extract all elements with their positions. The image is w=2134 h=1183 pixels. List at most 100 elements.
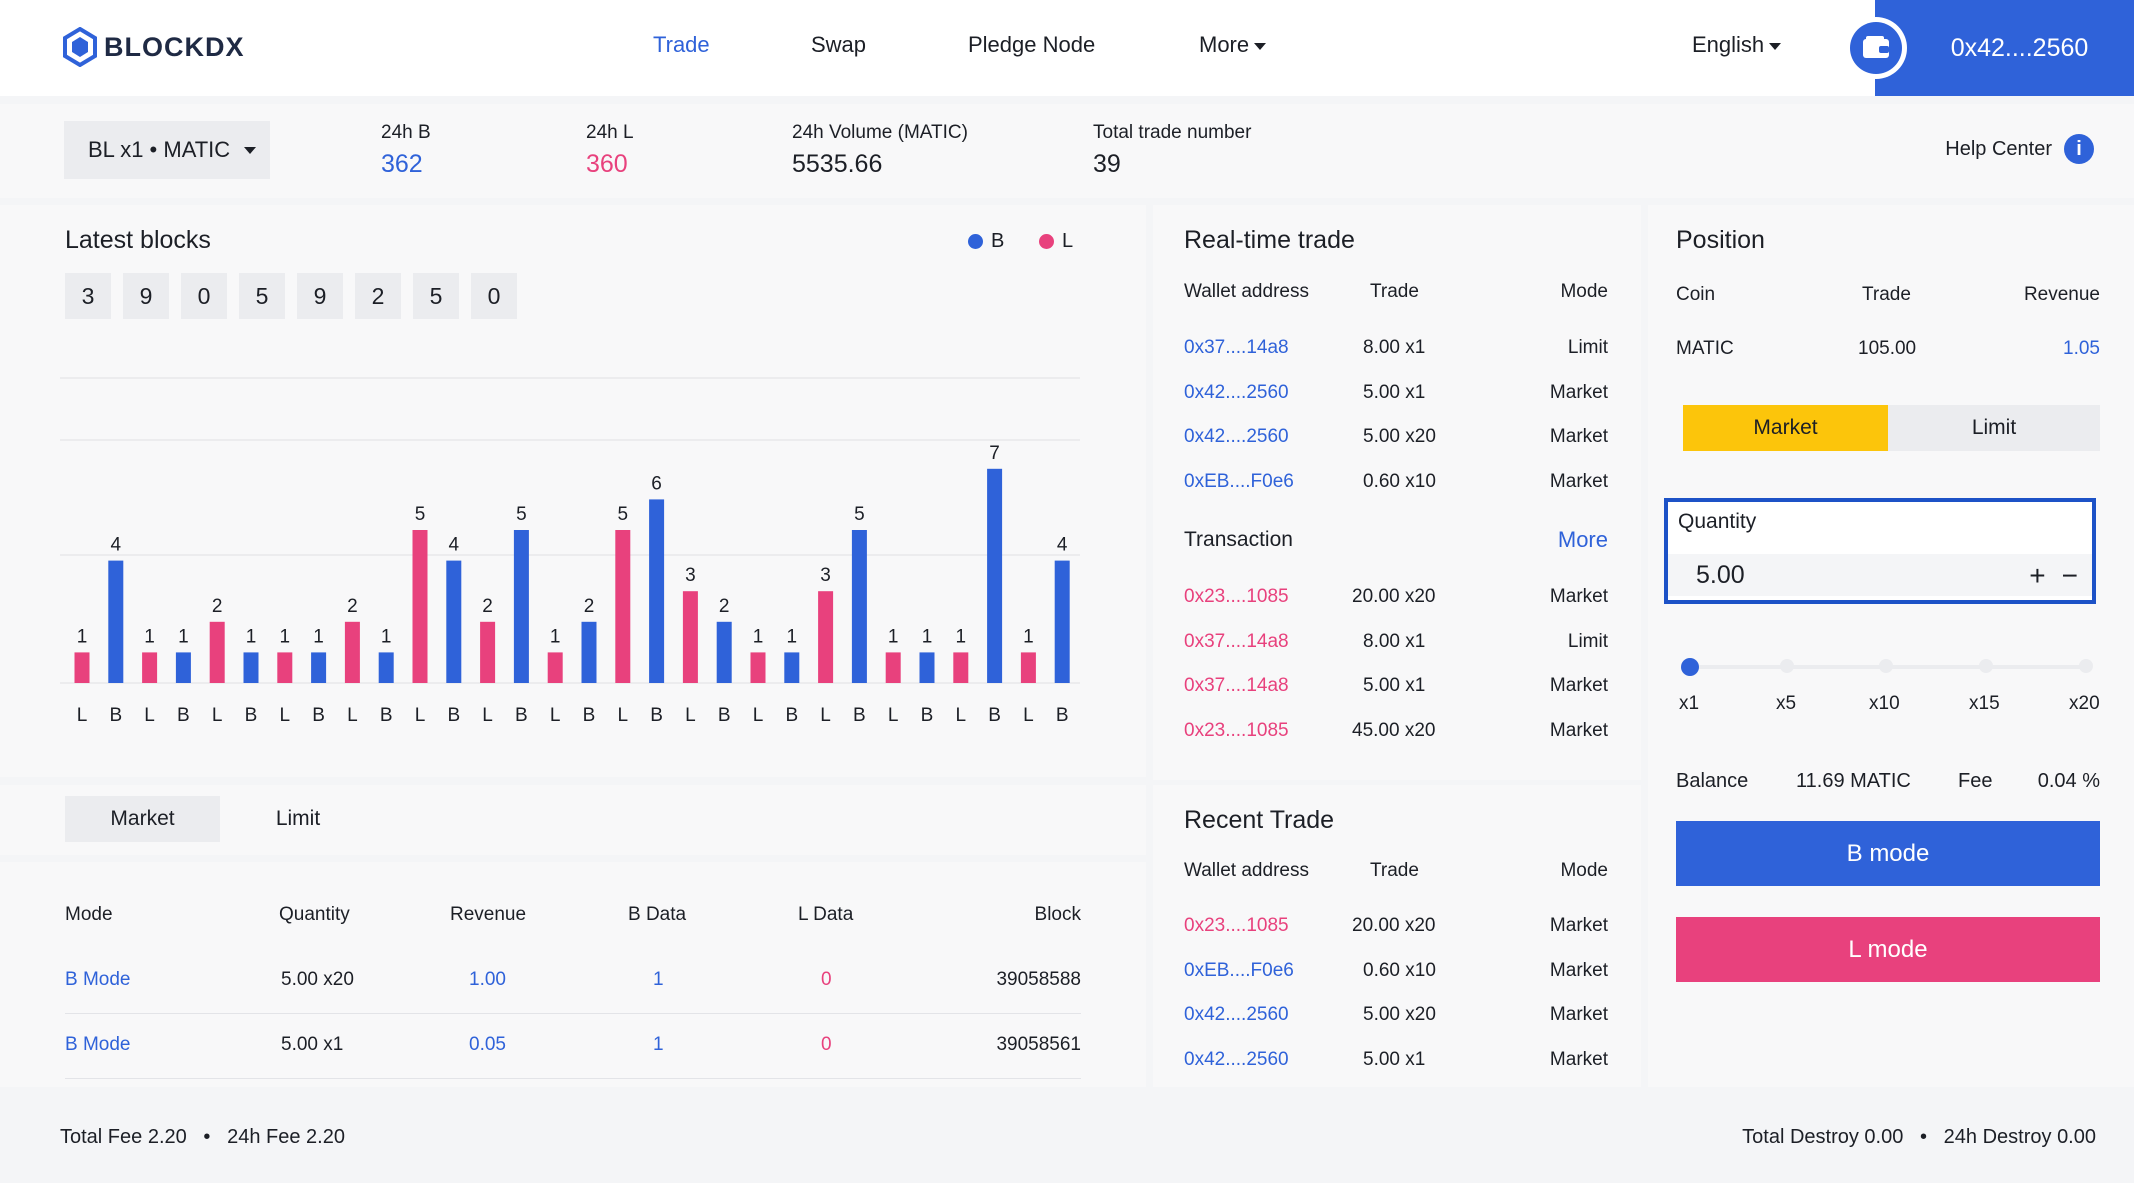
chart-data-label: 2	[212, 596, 223, 617]
position-tab-limit[interactable]: Limit	[1888, 405, 2100, 451]
leverage-label[interactable]: x10	[1869, 693, 1900, 715]
chart-tick-label: L	[482, 705, 493, 726]
wallet-address-link[interactable]: 0xEB....F0e6	[1184, 471, 1294, 493]
block-digit: 0	[471, 273, 517, 319]
leverage-label[interactable]: x1	[1679, 693, 1699, 715]
chart-tick-label: L	[347, 705, 358, 726]
chevron-down-icon	[1254, 42, 1267, 50]
orders-mode-link[interactable]: B Mode	[65, 969, 130, 991]
chart-bar-b	[1054, 560, 1070, 683]
chart-tick-label: B	[583, 705, 596, 726]
chart-tick-label: B	[853, 705, 866, 726]
position-tab-market[interactable]: Market	[1683, 405, 1888, 451]
trade-mode: Market	[1549, 675, 1608, 696]
minus-icon[interactable]: −	[2062, 560, 2078, 592]
more-link[interactable]: More	[1558, 527, 1608, 553]
wallet-address-link[interactable]: 0x42....2560	[1184, 426, 1289, 448]
chart-data-label: 1	[246, 626, 257, 647]
position-coin: MATIC	[1676, 338, 1734, 359]
realtime-trade-title: Real-time trade	[1184, 226, 1355, 254]
plus-icon[interactable]: +	[2029, 560, 2045, 592]
footer-destroy: Total Destroy 0.00 • 24h Destroy 0.00	[1742, 1126, 2096, 1148]
quantity-field[interactable]: Quantity 5.00 + −	[1664, 498, 2096, 604]
b-mode-button[interactable]: B mode	[1676, 821, 2100, 886]
trade-value: 8.00 x1	[1363, 630, 1426, 652]
chart-data-label: 6	[651, 473, 662, 494]
col-trade: Trade	[1370, 860, 1419, 881]
trade-value: 5.00 x1	[1363, 675, 1426, 696]
wallet-address-button[interactable]: 0x42....2560	[1875, 0, 2134, 96]
nav-more[interactable]: More	[1199, 32, 1267, 58]
leverage-node[interactable]	[1780, 659, 1794, 673]
position-revenue: 1.05	[2063, 338, 2100, 359]
wallet-address-link[interactable]: 0x23....1085	[1184, 915, 1289, 937]
wallet-address-link[interactable]: 0x42....2560	[1184, 1049, 1289, 1071]
stat-24h-l: 24h L 360	[586, 122, 634, 179]
leverage-slider-handle[interactable]	[1681, 658, 1699, 676]
wallet-address-link[interactable]: 0x23....1085	[1184, 586, 1289, 608]
leverage-node[interactable]	[1979, 659, 1993, 673]
stat-label: Total trade number	[1093, 122, 1252, 143]
nav-swap[interactable]: Swap	[811, 32, 866, 58]
chart-data-label: 2	[719, 596, 730, 617]
leverage-label[interactable]: x15	[1969, 693, 2000, 715]
block-digit: 3	[65, 273, 111, 319]
block-digit: 2	[355, 273, 401, 319]
chart-tick-label: B	[447, 705, 460, 726]
trade-mode: Market	[1549, 1048, 1608, 1070]
orders-cell: 39058588	[996, 969, 1081, 990]
market-select-label: BL x1 • MATIC	[88, 137, 231, 162]
orders-col-header: Quantity	[279, 904, 350, 925]
top-header: BLOCKDX Trade Swap Pledge Node More Engl…	[0, 0, 2134, 96]
leverage-label[interactable]: x5	[1776, 693, 1796, 715]
help-center-link[interactable]: Help Center i	[1945, 134, 2094, 164]
col-mode: Mode	[1560, 281, 1608, 302]
wallet-icon-wrap[interactable]	[1845, 17, 1907, 79]
wallet-address-link[interactable]: 0x42....2560	[1184, 382, 1289, 404]
wallet-address-link[interactable]: 0x42....2560	[1184, 1004, 1289, 1026]
orders-mode-link[interactable]: B Mode	[65, 1034, 130, 1056]
nav-trade[interactable]: Trade	[653, 32, 710, 58]
stat-label: 24h B	[381, 122, 431, 143]
legend-b: B	[968, 230, 1004, 253]
latest-blocks-chart: 1 L 4 B 1 L 1 B 2 L 1 B 1 L 1 B 2 L 1 B 5 L 4 B 2 L 5 B 1 L 2 B 5 L 6 B 3 L 2 B…	[60, 377, 1080, 726]
chart-data-label: 2	[584, 596, 595, 617]
orders-cell: 5.00 x1	[281, 1034, 344, 1055]
chart-bar-l	[682, 591, 698, 683]
col-revenue: Revenue	[2023, 284, 2100, 305]
tab-limit[interactable]: Limit	[250, 796, 346, 842]
wallet-address-link[interactable]: 0x37....14a8	[1184, 675, 1289, 697]
chart-data-label: 1	[956, 626, 967, 647]
col-coin: Coin	[1676, 284, 1716, 305]
orders-cell: 1	[653, 1034, 664, 1055]
chart-tick-label: B	[718, 705, 731, 726]
market-select[interactable]: BL x1 • MATIC	[64, 121, 270, 179]
chart-tick-label: B	[109, 705, 122, 726]
wallet-address-link[interactable]: 0x23....1085	[1184, 720, 1289, 742]
chart-bar-l	[615, 530, 631, 683]
trade-value: 45.00 x20	[1352, 719, 1436, 741]
leverage-node[interactable]	[1879, 659, 1893, 673]
chart-bar-b	[108, 560, 124, 683]
wallet-address-link[interactable]: 0x37....14a8	[1184, 337, 1289, 359]
leverage-node[interactable]	[2079, 659, 2093, 673]
col-mode: Mode	[1560, 860, 1608, 881]
language-select[interactable]: English	[1692, 32, 1782, 58]
tab-market[interactable]: Market	[65, 796, 220, 842]
chart-bar-b	[581, 621, 597, 683]
chart-bar-l	[885, 652, 901, 683]
chart-data-label: 1	[888, 626, 899, 647]
col-wallet-address: Wallet address	[1184, 860, 1309, 881]
l-mode-button[interactable]: L mode	[1676, 917, 2100, 982]
chart-tick-label: L	[820, 705, 831, 726]
trade-mode: Limit	[1567, 630, 1608, 652]
chart-data-label: 5	[516, 504, 527, 525]
chart-tick-label: B	[1056, 705, 1069, 726]
wallet-address-link[interactable]: 0x37....14a8	[1184, 631, 1289, 653]
nav-pledge-node[interactable]: Pledge Node	[968, 32, 1095, 58]
leverage-label[interactable]: x20	[2069, 693, 2100, 715]
wallet-address-link[interactable]: 0xEB....F0e6	[1184, 960, 1294, 982]
logo[interactable]: BLOCKDX	[62, 27, 245, 67]
stat-24h-b: 24h B 362	[381, 122, 431, 179]
trade-value: 5.00 x1	[1363, 1048, 1426, 1070]
